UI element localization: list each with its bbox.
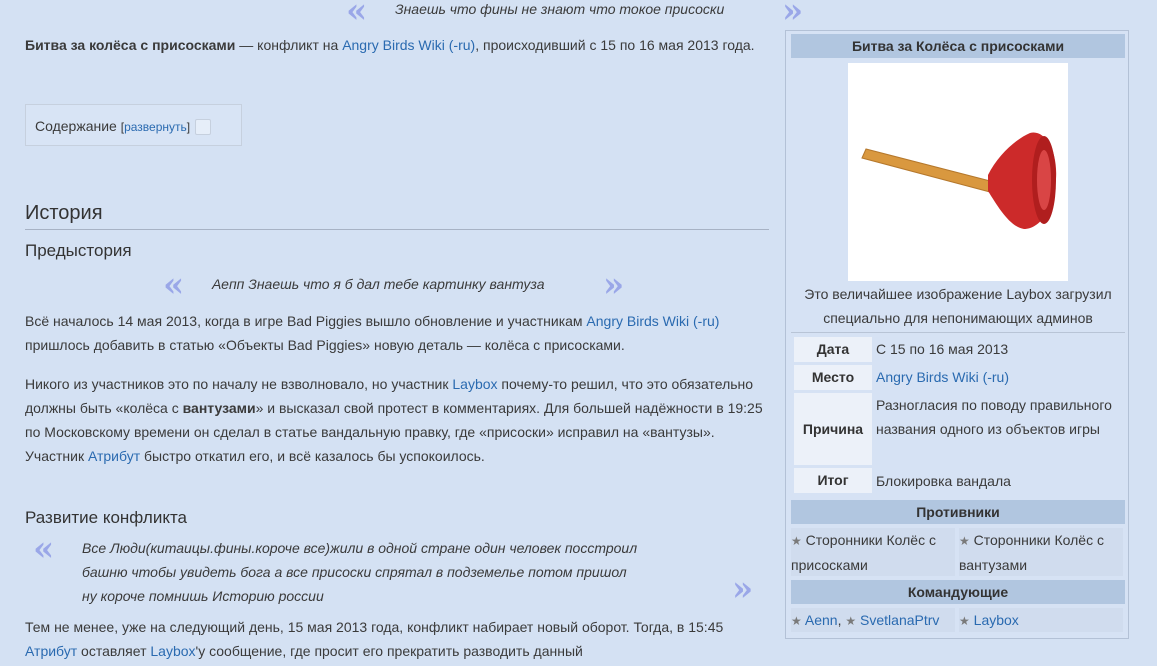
user-link-aenn[interactable]: Aenn: [805, 612, 838, 628]
infobox-title: Битва за Колёса с присосками: [791, 34, 1125, 58]
development-quote: Все Люди(китаицы.фины.короче все)жили в …: [82, 540, 638, 604]
infobox: Битва за Колёса с присосками Это величай…: [785, 30, 1129, 639]
article-subject: Битва за колёса с присосками: [25, 37, 236, 53]
wiki-link[interactable]: Angry Birds Wiki (-ru): [586, 313, 719, 329]
opponent-left: ★ Сторонники Колёс с присосками: [791, 528, 955, 576]
infobox-divider: [791, 332, 1125, 333]
paragraph-2: Никого из участников это по началу не вз…: [25, 376, 763, 464]
label-cause: Причина: [794, 393, 872, 465]
plunger-image: [848, 63, 1068, 281]
user-link-laybox[interactable]: Laybox: [150, 643, 195, 659]
user-link-atribut[interactable]: Атрибут: [25, 643, 77, 659]
quote-close-icon: »: [603, 265, 624, 305]
star-icon: ★: [845, 614, 857, 628]
image-caption: Это величайшее изображение Laybox загруз…: [804, 286, 1112, 326]
user-link-laybox[interactable]: Laybox: [974, 612, 1019, 628]
development-heading: Развитие конфликта: [25, 508, 187, 527]
star-icon: ★: [791, 614, 802, 628]
paragraph-3: Тем не менее, уже на следующий день, 15 …: [25, 619, 724, 659]
top-quote: Знаешь что фины не знают что токое присо…: [395, 1, 725, 17]
user-link-atribut[interactable]: Атрибут: [88, 448, 140, 464]
value-place-link[interactable]: Angry Birds Wiki (-ru): [876, 365, 1121, 389]
commanders-right: ★ Laybox: [959, 608, 1123, 632]
opponent-right: ★ Сторонники Колёс с вантузами: [959, 528, 1123, 576]
user-link-svetlanaptrv[interactable]: SvetlanaPtrv: [860, 612, 939, 628]
quote-open-icon: «: [163, 265, 184, 305]
quote-open-icon: «: [346, 0, 367, 31]
wiki-link[interactable]: Angry Birds Wiki (-ru): [342, 37, 475, 53]
value-date: С 15 по 16 мая 2013: [876, 341, 1009, 357]
label-place: Место: [794, 365, 872, 390]
star-icon: ★: [959, 614, 970, 628]
prehistory-heading: Предыстория: [25, 241, 132, 260]
toc-expand-link[interactable]: развернуть: [124, 120, 187, 134]
quote-open-icon: «: [33, 529, 54, 569]
star-icon: ★: [959, 534, 970, 548]
value-result: Блокировка вандала: [876, 473, 1011, 489]
star-icon: ★: [791, 534, 802, 548]
paragraph-1: Всё началось 14 мая 2013, когда в игре B…: [25, 313, 720, 353]
label-result: Итог: [794, 468, 872, 493]
toc-label: Содержание: [35, 118, 117, 134]
opponents-header: Противники: [791, 500, 1125, 524]
user-link-laybox[interactable]: Laybox: [452, 376, 497, 392]
intro-paragraph: Битва за колёса с присосками — конфликт …: [25, 37, 755, 53]
commanders-left: ★ Aenn, ★ SvetlanaPtrv: [791, 608, 955, 632]
heading-divider: [25, 229, 769, 230]
quote-close-icon: »: [782, 0, 803, 31]
quote-close-icon: »: [732, 569, 753, 609]
prehistory-quote: Аепп Знаешь что я б дал тебе картинку ва…: [212, 276, 545, 292]
plunger-icon: [861, 132, 1057, 229]
history-heading: История: [25, 202, 103, 224]
toc-image-icon: [195, 119, 212, 136]
value-cause: Разногласия по поводу правильного назван…: [876, 397, 1112, 437]
table-of-contents: Содержание [развернуть]: [25, 104, 242, 146]
commanders-header: Командующие: [791, 580, 1125, 604]
label-date: Дата: [794, 337, 872, 362]
